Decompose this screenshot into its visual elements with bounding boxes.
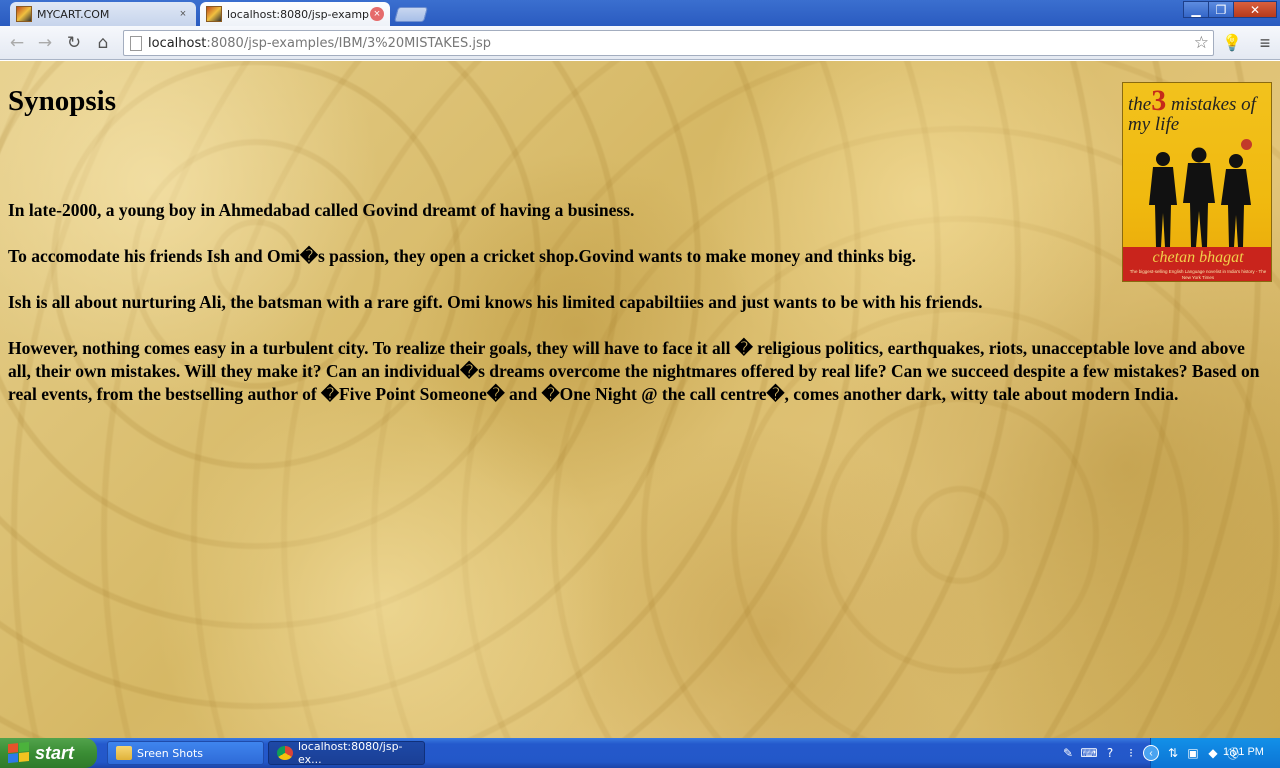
clock: 1:01 PM [1223, 746, 1264, 758]
tab-close-icon[interactable]: × [176, 7, 190, 21]
home-icon[interactable]: ⌂ [92, 32, 114, 54]
taskbar-item-label: Sreen Shots [137, 746, 203, 760]
security-icon[interactable]: ◆ [1205, 745, 1221, 761]
cover-title-num: 3 [1151, 84, 1167, 117]
synopsis-paragraph: However, nothing comes easy in a turbule… [8, 338, 1260, 404]
browser-toolbar: ← → ↻ ⌂ localhost:8080/jsp-examples/IBM/… [0, 26, 1280, 60]
small-tray-icon[interactable]: ⁝ [1123, 745, 1139, 761]
synopsis-paragraph: Ish is all about nurturing Ali, the bats… [8, 292, 983, 312]
taskbar-item-screenshots-folder[interactable]: Sreen Shots [107, 741, 264, 765]
page-viewport: Synopsis the3 mistakes of my life chetan… [0, 61, 1280, 738]
monitor-icon[interactable]: ▣ [1185, 745, 1201, 761]
tab-favicon-icon [206, 6, 222, 22]
new-tab-button[interactable] [393, 7, 429, 22]
tab-title: MYCART.COM [37, 7, 110, 21]
forward-arrow-icon[interactable]: → [34, 32, 56, 54]
page-icon [130, 35, 142, 51]
windows-taskbar: start Sreen Shots localhost:8080/jsp-ex.… [0, 738, 1280, 768]
reload-icon[interactable]: ↻ [63, 32, 85, 54]
start-label: start [35, 742, 75, 763]
browser-tab-strip: MYCART.COM × localhost:8080/jsp-examples… [0, 0, 1280, 26]
tab-favicon-icon [16, 6, 32, 22]
restore-button[interactable]: ❐ [1208, 1, 1234, 18]
address-bar[interactable]: localhost:8080/jsp-examples/IBM/3%20MIST… [123, 30, 1214, 56]
synopsis-body: In late-2000, a young boy in Ahmedabad c… [8, 199, 1270, 429]
lightbulb-icon[interactable]: 💡 [1221, 32, 1243, 54]
help-icon[interactable]: ? [1102, 745, 1118, 761]
url-host: localhost [148, 35, 207, 51]
page-heading: Synopsis [8, 85, 117, 117]
start-button[interactable]: start [0, 738, 97, 768]
url-path: :8080/jsp-examples/IBM/3%20MISTAKES.jsp [206, 35, 492, 51]
windows-logo-icon [8, 741, 30, 765]
tray-expand-icon[interactable]: ‹ [1143, 745, 1159, 761]
taskbar-item-chrome[interactable]: localhost:8080/jsp-ex... [268, 740, 425, 766]
folder-icon [116, 746, 132, 760]
synopsis-paragraph: In late-2000, a young boy in Ahmedabad c… [8, 200, 635, 220]
star-icon[interactable]: ☆ [1194, 33, 1209, 53]
tab-mycart[interactable]: MYCART.COM × [10, 2, 196, 26]
synopsis-paragraph: To accomodate his friends Ish and Omi�s … [8, 246, 917, 266]
chrome-icon [277, 746, 293, 760]
cover-title-pre: the [1128, 94, 1152, 115]
tab-localhost[interactable]: localhost:8080/jsp-examples × [200, 2, 390, 26]
taskbar-item-label: localhost:8080/jsp-ex... [298, 740, 403, 766]
minimize-button[interactable]: ▁ [1183, 1, 1209, 18]
quick-tray-icons: ✎ ⌨ ? ⁝ [1060, 745, 1139, 761]
window-close-button[interactable]: ✕ [1233, 1, 1277, 18]
pen-tool-icon[interactable]: ✎ [1060, 745, 1076, 761]
language-bar-icon[interactable]: ⌨ [1080, 745, 1097, 761]
tab-close-icon[interactable]: × [370, 7, 384, 21]
cover-title: the3 mistakes of my life [1128, 86, 1270, 135]
network-icon[interactable]: ⇅ [1165, 745, 1181, 761]
url-text[interactable]: localhost:8080/jsp-examples/IBM/3%20MIST… [148, 36, 491, 51]
back-arrow-icon[interactable]: ← [6, 32, 28, 54]
tab-title: localhost:8080/jsp-examples [227, 7, 370, 21]
wrench-menu-icon[interactable]: ≡ [1254, 32, 1276, 54]
